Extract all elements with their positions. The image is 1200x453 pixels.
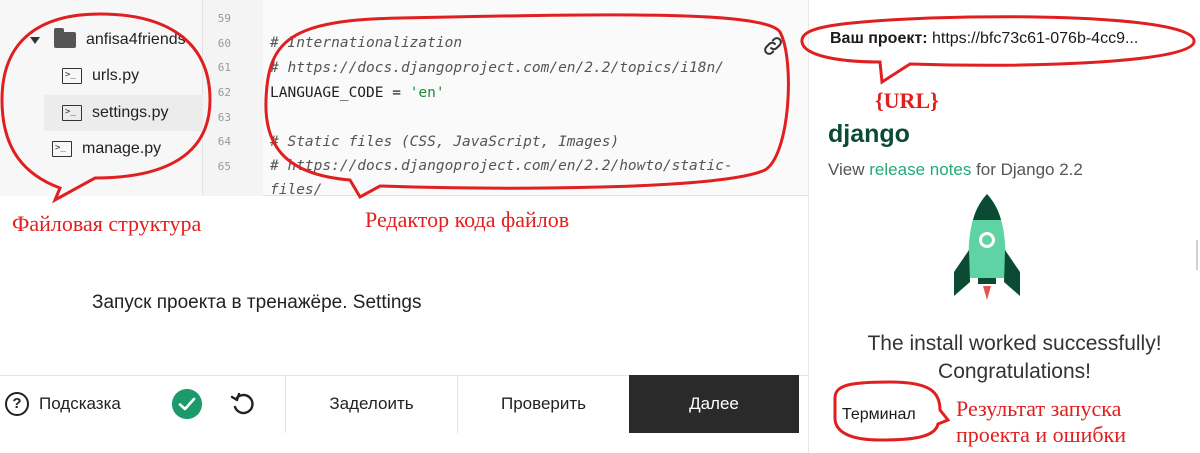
line-number: 64 (217, 135, 231, 148)
annotation-url: {URL} (875, 88, 939, 113)
chevron-down-icon[interactable] (30, 36, 40, 44)
code-editor[interactable]: # Internationalization # https://docs.dj… (263, 0, 808, 198)
code-line: files/ (270, 182, 323, 198)
file-label: settings.py (92, 104, 169, 121)
annotation-result-line1: Результат запуска (956, 396, 1122, 421)
file-row-urls[interactable]: >_ urls.py (62, 58, 203, 94)
rocket-icon (954, 194, 1020, 300)
check-icon[interactable] (172, 389, 202, 419)
project-label: Ваш проект: (830, 30, 928, 47)
python-file-icon: >_ (62, 68, 82, 84)
code-line: # https://docs.djangoproject.com/en/2.2/… (270, 60, 724, 76)
line-number: 59 (217, 12, 231, 25)
code-line: # Static files (CSS, JavaScript, Images) (270, 134, 620, 150)
link-icon[interactable] (761, 34, 785, 58)
python-file-icon: >_ (62, 105, 82, 121)
scrollbar[interactable] (1196, 240, 1198, 270)
line-number: 60 (217, 37, 231, 50)
file-label: urls.py (92, 67, 140, 84)
code-line: # https://docs.djangoproject.com/en/2.2/… (270, 158, 733, 174)
code-line: # Internationalization (270, 35, 463, 51)
line-number: 61 (217, 61, 231, 74)
annotation-file-structure: Файловая структура (12, 211, 202, 236)
terminal-tab[interactable]: Терминал (842, 406, 916, 424)
line-number: 63 (217, 111, 231, 124)
line-number: 65 (217, 160, 231, 173)
question-icon: ? (5, 392, 29, 416)
install-success-message: The install worked successfully! Congrat… (867, 332, 1162, 383)
file-tree-panel: anfisa4friends >_ urls.py >_ settings.py… (0, 0, 203, 196)
code-line: LANGUAGE_CODE = 'en' (270, 85, 445, 101)
django-logo: django (828, 120, 910, 148)
line-number: 62 (217, 86, 231, 99)
file-row-manage[interactable]: >_ manage.py (52, 131, 203, 167)
editor-gutter: 59 60 61 62 63 64 65 (203, 0, 263, 196)
release-notes-line: View release notes for Django 2.2 (828, 160, 1083, 180)
folder-label: anfisa4friends (86, 31, 186, 48)
task-title: Запуск проекта в тренажёре. Settings (92, 292, 422, 313)
annotation-result-line2: проекта и ошибки (956, 422, 1126, 447)
annotation-code-editor: Редактор кода файлов (365, 207, 570, 232)
deploy-button[interactable]: Заделоить (285, 375, 457, 433)
folder-icon (54, 28, 76, 48)
project-url-link[interactable]: https://bfc73c61-076b-4cc9... (932, 30, 1138, 47)
check-button[interactable]: Проверить (457, 375, 629, 433)
file-label: manage.py (82, 140, 162, 157)
code-token: LANGUAGE_CODE = (270, 85, 410, 101)
reset-icon[interactable] (230, 391, 256, 417)
release-suffix: for Django 2.2 (971, 160, 1083, 179)
annotation-result: Результат запуска проекта и ошибки (956, 396, 1126, 448)
folder-row-anfisa4friends[interactable]: anfisa4friends (30, 22, 203, 58)
code-string: 'en' (409, 85, 445, 101)
file-row-settings[interactable]: >_ settings.py (44, 95, 203, 131)
project-url-bar: Ваш проект: https://bfc73c61-076b-4cc9..… (830, 30, 1138, 48)
python-file-icon: >_ (52, 141, 72, 157)
release-prefix: View (828, 160, 870, 179)
hint-button[interactable]: ? Подсказка (0, 375, 160, 433)
next-button[interactable]: Далее (629, 375, 799, 433)
release-notes-link[interactable]: release notes (869, 160, 971, 179)
hint-label: Подсказка (39, 394, 121, 413)
